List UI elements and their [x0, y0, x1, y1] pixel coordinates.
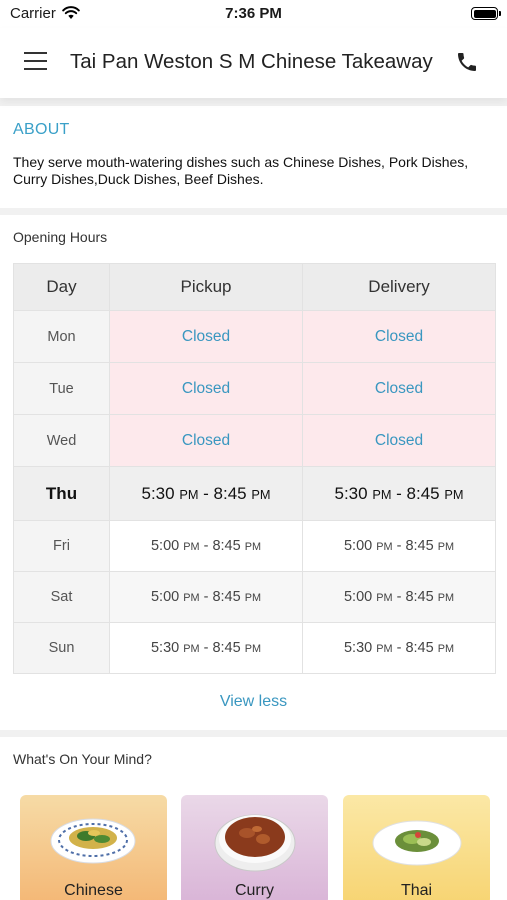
cuisine-card-label: Chinese — [64, 882, 123, 899]
day-cell: Sun — [13, 622, 110, 674]
delivery-cell: 5:30 PM - 8:45 PM — [302, 466, 496, 521]
pickup-cell: 5:00 PM - 8:45 PM — [109, 571, 303, 623]
phone-icon[interactable] — [455, 50, 479, 74]
table-row-tue: Tue Closed Closed — [13, 362, 496, 415]
battery-icon — [471, 7, 501, 20]
opening-hours-table: Day Pickup Delivery Mon Closed Closed Tu… — [13, 263, 496, 674]
section-divider — [0, 730, 507, 737]
day-cell: Mon — [13, 310, 110, 363]
cuisine-carousel: Chinese Curry Thai — [0, 795, 507, 900]
table-row-sun: Sun 5:30 PM - 8:45 PM 5:30 PM - 8:45 PM — [13, 622, 496, 674]
column-header-delivery: Delivery — [302, 263, 496, 311]
pickup-cell: Closed — [109, 414, 303, 467]
pickup-cell: 5:30 PM - 8:45 PM — [109, 622, 303, 674]
column-header-day: Day — [13, 263, 110, 311]
table-row-wed: Wed Closed Closed — [13, 414, 496, 467]
cuisine-card-label: Curry — [234, 882, 275, 899]
day-cell: Tue — [13, 362, 110, 415]
whats-on-your-mind-heading: What's On Your Mind? — [13, 751, 152, 767]
table-row-thu: Thu 5:30 PM - 8:45 PM 5:30 PM - 8:45 PM — [13, 466, 496, 521]
table-row-sat: Sat 5:00 PM - 8:45 PM 5:00 PM - 8:45 PM — [13, 571, 496, 623]
table-header-row: Day Pickup Delivery — [13, 263, 496, 311]
opening-hours-label: Opening Hours — [13, 229, 108, 245]
pickup-cell: Closed — [109, 310, 303, 363]
day-cell: Fri — [13, 520, 110, 572]
cuisine-card-chinese[interactable]: Chinese — [20, 795, 167, 900]
about-text: They serve mouth-watering dishes such as… — [13, 154, 469, 187]
pickup-cell: Closed — [109, 362, 303, 415]
delivery-cell: 5:00 PM - 8:45 PM — [302, 520, 496, 572]
delivery-cell: Closed — [302, 414, 496, 467]
clock: 7:36 PM — [225, 5, 282, 22]
chinese-dish-image — [50, 818, 136, 864]
day-cell: Sat — [13, 571, 110, 623]
restaurant-title: Tai Pan Weston S M Chinese Takeaway — [70, 50, 433, 73]
column-header-pickup: Pickup — [109, 263, 303, 311]
delivery-cell: Closed — [302, 310, 496, 363]
pickup-cell: 5:00 PM - 8:45 PM — [109, 520, 303, 572]
section-divider — [0, 98, 507, 106]
pickup-cell: 5:30 PM - 8:45 PM — [109, 466, 303, 521]
delivery-cell: Closed — [302, 362, 496, 415]
delivery-cell: 5:00 PM - 8:45 PM — [302, 571, 496, 623]
thai-dish-image — [372, 820, 462, 866]
section-divider — [0, 208, 507, 215]
table-row-fri: Fri 5:00 PM - 8:45 PM 5:00 PM - 8:45 PM — [13, 520, 496, 572]
table-row-mon: Mon Closed Closed — [13, 310, 496, 363]
about-heading: ABOUT — [13, 121, 70, 138]
cuisine-card-curry[interactable]: Curry — [181, 795, 328, 900]
day-cell: Wed — [13, 414, 110, 467]
cuisine-card-thai[interactable]: Thai — [343, 795, 490, 900]
cuisine-card-label: Thai — [400, 882, 433, 899]
hamburger-menu-icon[interactable] — [24, 52, 47, 70]
day-cell: Thu — [13, 466, 110, 521]
view-less-link[interactable]: View less — [0, 693, 507, 711]
curry-dish-image — [214, 814, 296, 872]
delivery-cell: 5:30 PM - 8:45 PM — [302, 622, 496, 674]
status-bar: Carrier 7:36 PM — [0, 0, 507, 28]
app-header: Tai Pan Weston S M Chinese Takeaway — [0, 28, 507, 98]
